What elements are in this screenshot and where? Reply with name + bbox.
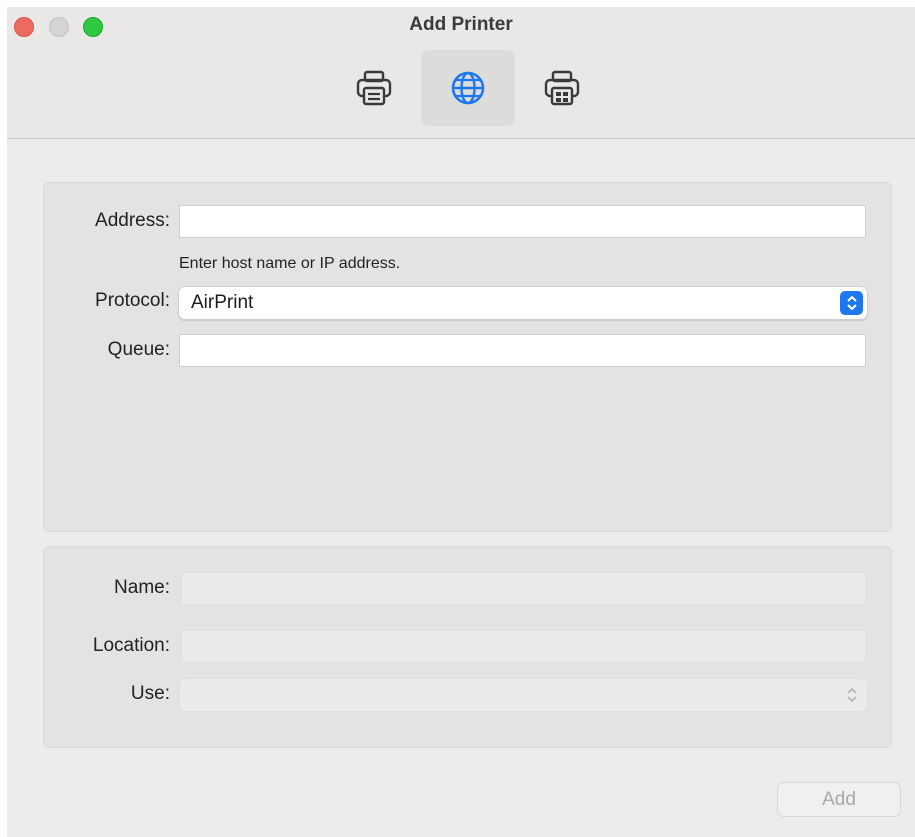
protocol-label: Protocol:: [95, 290, 170, 311]
address-label: Address:: [95, 210, 170, 231]
use-label: Use:: [130, 683, 170, 704]
globe-icon: [451, 71, 485, 105]
name-label: Name:: [114, 577, 170, 598]
protocol-select[interactable]: AirPrint: [178, 286, 868, 320]
window-title: Add Printer: [409, 14, 513, 35]
use-select[interactable]: [179, 678, 868, 712]
toolbar-ip-printer[interactable]: [421, 50, 515, 126]
location-label: Location:: [92, 635, 170, 656]
details-panel: Name: Location: Use:: [43, 546, 892, 748]
queue-field[interactable]: [179, 334, 866, 367]
add-button[interactable]: Add: [777, 782, 901, 817]
title-bar: Add Printer: [7, 7, 915, 139]
address-hint: Enter host name or IP address.: [179, 255, 401, 272]
location-field[interactable]: [181, 630, 866, 663]
address-field[interactable]: [179, 205, 866, 238]
queue-label: Queue:: [107, 339, 170, 360]
toolbar-default-printer[interactable]: [327, 50, 421, 126]
name-field[interactable]: [181, 572, 866, 605]
printer-icon: [356, 70, 392, 106]
chevron-updown-icon: [840, 683, 863, 707]
add-printer-window: Add Printer Address: Enter host name or …: [7, 7, 915, 837]
protocol-value: AirPrint: [191, 292, 254, 313]
printer-windows-icon: [544, 70, 580, 106]
connection-panel: Address: Enter host name or IP address. …: [43, 182, 892, 532]
chevron-updown-icon: [840, 291, 863, 315]
toolbar-windows-printer[interactable]: [515, 50, 609, 126]
